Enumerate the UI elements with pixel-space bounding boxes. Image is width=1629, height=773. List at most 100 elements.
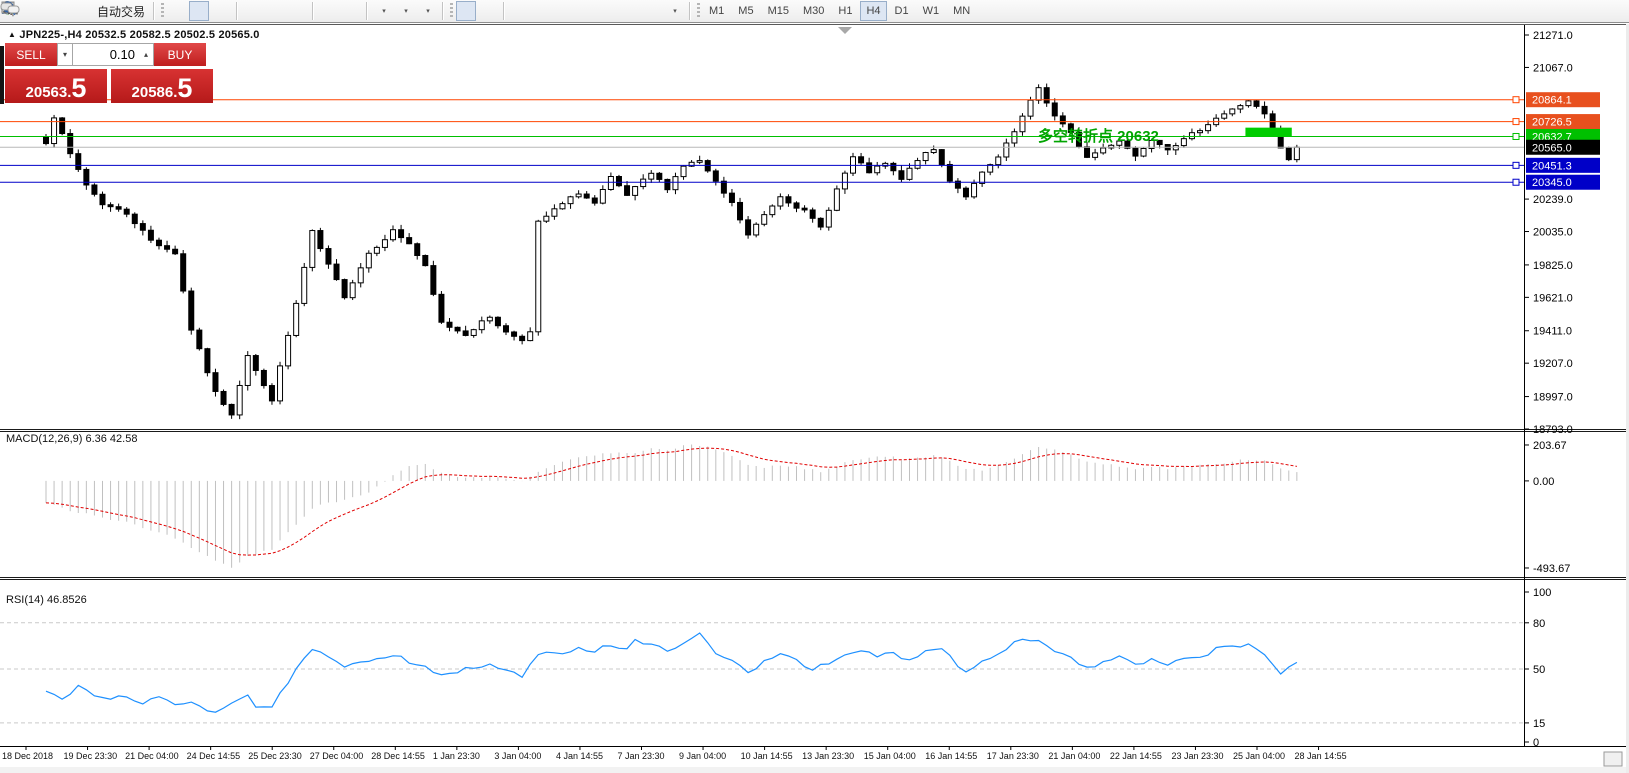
candle-body [592,198,597,203]
timeframe-d1-button[interactable]: D1 [889,1,915,21]
date-label: 18 Dec 2018 [2,751,53,761]
indicators-button[interactable]: ▾ [373,1,393,21]
candle-body [721,181,726,193]
candle-body [980,172,985,183]
axis-tick-label: 21067.0 [1533,62,1573,74]
sell-price-main: 20563. [26,85,72,100]
vertical-line-tool-button[interactable] [510,1,530,21]
candle-body [657,173,662,179]
zoom-out-button[interactable] [265,1,285,21]
date-label: 10 Jan 14:55 [741,751,793,761]
buy-price-box[interactable]: 20586.5 [111,69,213,103]
candle-body [1189,133,1194,139]
separator [153,2,155,20]
crosshair-tool-button[interactable] [478,1,498,21]
zoom-in-button[interactable] [243,1,263,21]
green-highlight-bar[interactable] [1245,128,1291,137]
auto-scroll-button[interactable] [341,1,361,21]
candle-body [1012,132,1017,143]
date-label: 25 Dec 23:30 [248,751,302,761]
text-tool-button[interactable]: A [620,1,640,21]
candle-body [165,246,170,250]
date-label: 3 Jan 04:00 [494,751,541,761]
candle-body [479,321,484,330]
timeframe-m30-button[interactable]: M30 [797,1,830,21]
toolbar: 单 自动交易 ▾ ▾ ▾ E F A T ▾ M1M [0,0,1629,23]
candle-body [616,177,621,186]
volume-decrease-button[interactable]: ▾ [57,43,73,66]
candle-body [1093,153,1098,157]
horizontal-line-tool-button[interactable] [532,1,552,21]
level-anchor-square [1513,162,1519,168]
timeframe-m5-button[interactable]: M5 [732,1,759,21]
trendline-tool-button[interactable] [554,1,574,21]
candle-body [221,391,226,404]
candle-body [947,164,952,181]
signals-button[interactable] [69,1,89,21]
buy-button[interactable]: BUY [154,43,206,66]
candle-body [374,247,379,253]
date-label: 7 Jan 23:30 [618,751,665,761]
profiles-button[interactable] [25,1,45,21]
candle-body [44,137,49,143]
chat-button[interactable] [1600,1,1620,21]
volume-input[interactable] [73,43,139,66]
periods-button[interactable]: ▾ [395,1,415,21]
level-price-text: 20345.0 [1532,177,1572,189]
candlestick-chart-button[interactable] [189,1,209,21]
sell-button[interactable]: SELL [5,43,57,66]
fibonacci-tool-button[interactable]: F [598,1,618,21]
candle-body [996,157,1001,165]
bar-chart-button[interactable] [167,1,187,21]
timeframe-mn-button[interactable]: MN [947,1,976,21]
community-button[interactable] [47,1,67,21]
scroll-corner [1604,752,1622,766]
axis-tick-label: 50 [1533,664,1545,676]
candle-body [1020,116,1025,132]
arrows-tool-button[interactable]: ▾ [664,1,684,21]
candle-body [261,370,266,385]
axis-tick-label: 18793.0 [1533,424,1573,436]
channel-tool-button[interactable]: E [576,1,596,21]
panel-toggle-icon[interactable]: ▲ [8,30,16,39]
separator [689,2,691,20]
timeframe-m15-button[interactable]: M15 [762,1,795,21]
candle-body [1060,116,1065,124]
volume-increase-button[interactable]: ▴ [139,43,154,66]
chart-shift-button[interactable] [319,1,339,21]
candle-body [641,179,646,186]
templates-button[interactable]: ▾ [417,1,437,21]
level-anchor-square [1513,179,1519,185]
candle-body [213,373,218,392]
date-label: 27 Dec 04:00 [310,751,364,761]
chart-annotation[interactable]: 多空转折点 20632 [1038,127,1159,145]
chart-canvas[interactable]: 多空转折点 20632MACD(12,26,9) 6.36 42.58RSI(1… [0,24,1629,773]
date-label: 28 Jan 14:55 [1295,751,1347,761]
candle-body [907,168,912,179]
axis-tick-label: 15 [1533,718,1545,730]
date-label: 15 Jan 04:00 [864,751,916,761]
axis-tick-label: 19621.0 [1533,292,1573,304]
autotrading-button[interactable]: 自动交易 [91,1,148,21]
sell-price-box[interactable]: 20563.5 [5,69,107,103]
candle-body [528,332,533,341]
cursor-tool-button[interactable] [456,1,476,21]
candle-body [463,331,468,336]
timeframe-w1-button[interactable]: W1 [917,1,946,21]
candle-body [576,194,581,197]
timeframe-m1-button[interactable]: M1 [703,1,730,21]
timeframe-h1-button[interactable]: H1 [832,1,858,21]
candle-body [1036,88,1041,101]
buy-price-big-digit: 5 [177,78,192,100]
timeframe-group: M1M5M15M30H1H4D1W1MN [702,1,977,21]
tile-windows-button[interactable] [287,1,307,21]
label-tool-button[interactable]: T [642,1,662,21]
candle-body [1230,109,1235,114]
timeframe-h4-button[interactable]: H4 [860,1,886,21]
separator [236,2,238,20]
chat-icon [0,0,20,16]
ohlc-values: 20532.5 20582.5 20502.5 20565.0 [85,29,259,41]
search-button[interactable] [1578,1,1598,21]
line-chart-button[interactable] [211,1,231,21]
trade-panel-controls: SELL ▾ ▴ BUY [5,43,213,66]
